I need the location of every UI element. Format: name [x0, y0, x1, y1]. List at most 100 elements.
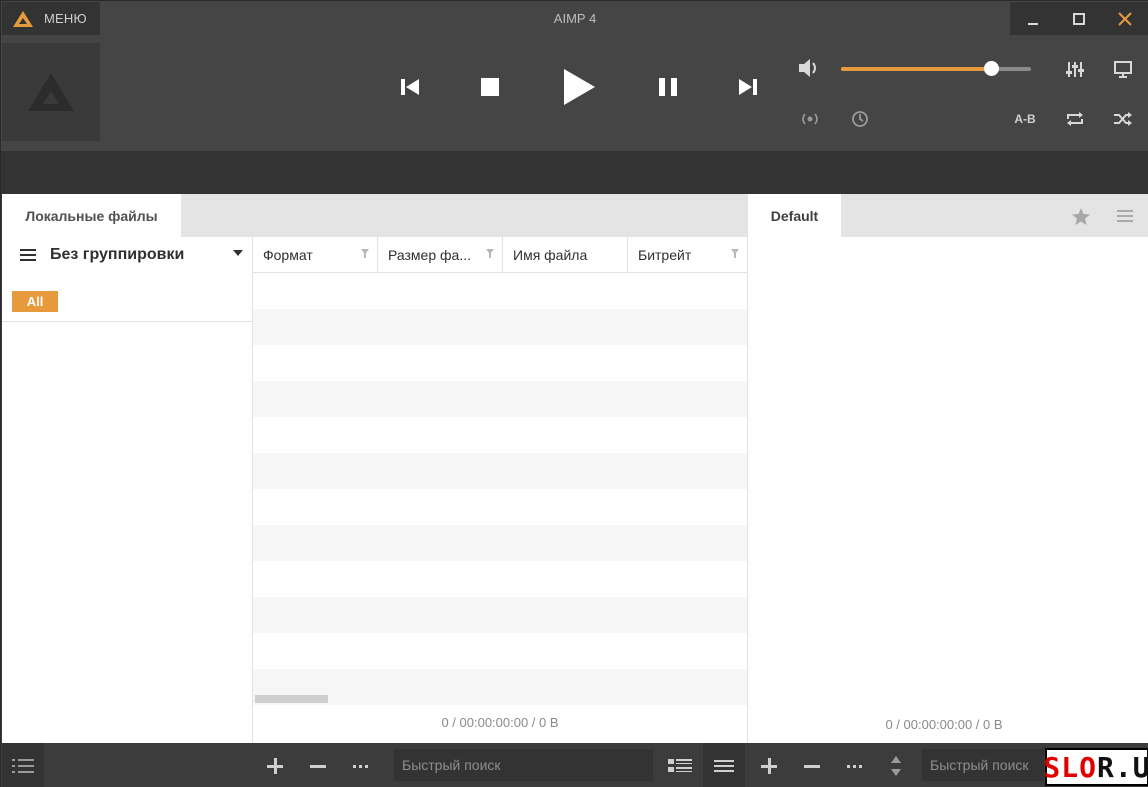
watermark-part-1: SLO — [1043, 750, 1097, 784]
divider — [2, 321, 253, 322]
previous-icon — [401, 79, 419, 95]
tab-playlist-default[interactable]: Default — [748, 194, 841, 237]
maximize-icon — [1073, 12, 1085, 25]
aimp-window: МЕНЮ AIMP 4 A-B Локальные файлы Без груп… — [0, 0, 1148, 787]
next-button[interactable] — [731, 57, 765, 117]
repeat-button[interactable] — [1061, 107, 1089, 131]
library-remove-button[interactable] — [306, 743, 330, 787]
playlist-menu-button[interactable] — [1112, 204, 1138, 228]
seek-area[interactable] — [1, 151, 1148, 194]
table-row — [253, 273, 747, 309]
volume-fill — [841, 67, 992, 71]
title-bar: МЕНЮ AIMP 4 — [1, 1, 1148, 37]
favorite-button[interactable] — [1068, 204, 1094, 228]
stop-button[interactable] — [472, 57, 508, 117]
column-header-filesize[interactable]: Размер фа... — [378, 237, 503, 273]
playlist-panel: Default 0 / 00:00:00:00 / 0 B — [747, 194, 1148, 743]
minus-icon — [310, 764, 326, 768]
playlist-status: 0 / 00:00:00:00 / 0 B — [885, 717, 1003, 732]
all-filter-badge[interactable]: All — [12, 291, 58, 312]
menu-lines-icon — [1117, 210, 1133, 222]
table-row — [253, 525, 747, 561]
library-search-input[interactable] — [394, 749, 653, 781]
repeat-icon — [1067, 112, 1083, 126]
playlist-add-button[interactable] — [757, 743, 781, 787]
library-add-button[interactable] — [263, 743, 287, 787]
filter-icon[interactable] — [361, 249, 369, 259]
column-header-filename[interactable]: Имя файла — [503, 237, 628, 273]
view-details-button[interactable] — [661, 743, 699, 787]
table-row — [253, 453, 747, 489]
radio-button[interactable] — [797, 107, 823, 131]
table-row — [253, 561, 747, 597]
toggle-library-button[interactable] — [2, 743, 44, 787]
table-row — [253, 597, 747, 633]
app-title: AIMP 4 — [553, 11, 597, 26]
scheduler-button[interactable] — [847, 107, 873, 131]
table-rows — [253, 273, 747, 705]
equalizer-button[interactable] — [1061, 57, 1089, 81]
playlist-remove-button[interactable] — [800, 743, 824, 787]
filter-icon[interactable] — [731, 249, 739, 259]
aimp-cover-logo-icon — [28, 73, 74, 111]
grouping-panel: Без группировки All — [2, 237, 253, 743]
ab-repeat-button[interactable]: A-B — [1009, 107, 1041, 131]
plus-icon — [267, 757, 283, 774]
library-status: 0 / 00:00:00:00 / 0 B — [441, 715, 559, 730]
volume-thumb[interactable] — [983, 61, 999, 76]
album-cover — [2, 43, 100, 141]
bottom-toolbar — [1, 743, 1148, 787]
pause-button[interactable] — [651, 57, 685, 117]
table-row — [253, 633, 747, 669]
close-button[interactable] — [1102, 2, 1148, 35]
volume-icon — [799, 59, 816, 77]
more-icon — [353, 764, 368, 768]
volume-slider[interactable] — [841, 61, 1031, 76]
playlist-search-input[interactable] — [922, 749, 1044, 781]
column-header-format[interactable]: Формат — [253, 237, 378, 273]
volume-button[interactable] — [798, 57, 822, 84]
minimize-button[interactable] — [1010, 2, 1056, 35]
column-header-label: Битрейт — [638, 247, 692, 263]
hamburger-icon — [714, 759, 734, 772]
watermark-logo: SLO R.U — [1043, 748, 1148, 786]
next-icon — [739, 79, 757, 95]
shuffle-icon — [1114, 112, 1132, 126]
playlist-tab-bar: Default — [748, 194, 1148, 237]
column-header-bitrate[interactable]: Битрейт — [628, 237, 747, 273]
watermark-part-2: R.U — [1097, 750, 1148, 784]
close-icon — [1118, 11, 1132, 26]
broadcast-icon — [802, 113, 818, 125]
play-button[interactable] — [553, 57, 605, 117]
library-more-button[interactable] — [349, 743, 373, 787]
list-icon — [12, 758, 34, 773]
window-controls — [1010, 2, 1148, 35]
ab-repeat-label: A-B — [1014, 112, 1036, 126]
minus-icon — [804, 764, 820, 768]
files-table: Формат Размер фа... Имя файла Битрейт 0 … — [253, 237, 747, 743]
table-row — [253, 309, 747, 345]
sort-arrows-icon — [891, 755, 901, 776]
playlist-more-button[interactable] — [843, 743, 867, 787]
table-header: Формат Размер фа... Имя файла Битрейт — [253, 237, 747, 273]
main-area: Локальные файлы Без группировки All Форм… — [2, 194, 1148, 743]
shuffle-button[interactable] — [1109, 107, 1137, 131]
more-icon — [847, 764, 862, 768]
visualization-button[interactable] — [1109, 57, 1137, 81]
filter-icon[interactable] — [486, 249, 494, 259]
table-row — [253, 345, 747, 381]
previous-button[interactable] — [393, 57, 427, 117]
plus-icon — [761, 757, 777, 774]
pause-icon — [659, 78, 677, 96]
player-panel: A-B — [1, 37, 1148, 151]
horizontal-scrollbar[interactable] — [255, 695, 328, 703]
grouping-selector[interactable]: Без группировки — [2, 237, 253, 273]
view-list-button[interactable] — [703, 743, 745, 787]
sort-button[interactable] — [885, 743, 907, 787]
maximize-button[interactable] — [1056, 2, 1102, 35]
tab-local-files[interactable]: Локальные файлы — [2, 194, 181, 237]
star-icon — [1072, 207, 1090, 225]
column-header-label: Имя файла — [513, 247, 588, 263]
column-header-label: Формат — [263, 247, 313, 263]
clock-icon — [852, 111, 868, 127]
